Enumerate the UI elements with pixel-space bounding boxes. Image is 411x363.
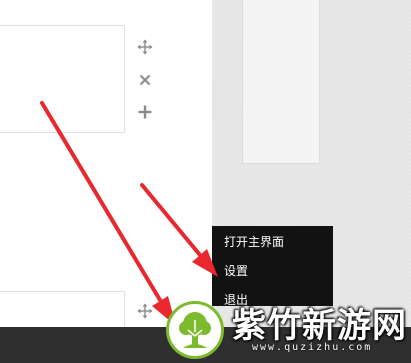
- watermark: 紫竹新游网 www.quzizhu.com: [160, 294, 411, 363]
- widget-panel-top[interactable]: [0, 25, 125, 133]
- move-icon[interactable]: [136, 38, 154, 56]
- move-icon[interactable]: [136, 302, 154, 320]
- add-icon[interactable]: [136, 103, 154, 121]
- annotation-arrow-right: [140, 183, 218, 277]
- watermark-url: www.quzizhu.com: [252, 342, 373, 353]
- right-card: [242, 0, 320, 164]
- watermark-title: 紫竹新游网: [232, 306, 407, 346]
- menu-item-open-main[interactable]: 打开主界面: [212, 228, 333, 257]
- watermark-logo-icon: [166, 301, 224, 359]
- close-icon[interactable]: [136, 71, 154, 89]
- menu-item-settings[interactable]: 设置: [212, 257, 333, 286]
